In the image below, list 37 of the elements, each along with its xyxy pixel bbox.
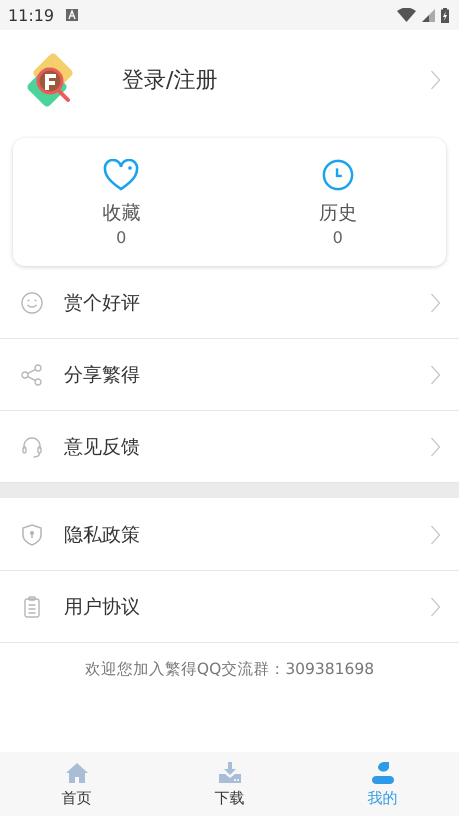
stat-label[interactable]: 收藏 — [102, 200, 140, 226]
nav-tab[interactable]: 下载 — [153, 752, 306, 816]
chevron-icon — [430, 596, 441, 616]
status-time: 11:19 — [8, 6, 54, 24]
wifi-icon — [397, 8, 416, 22]
chevron-icon — [430, 524, 441, 544]
download-icon — [218, 760, 242, 784]
menu-label: 赏个好评 — [64, 290, 141, 316]
person-icon — [370, 760, 394, 784]
heart-icon — [103, 159, 140, 191]
signal-icon — [422, 8, 435, 22]
login-register-link[interactable]: 登录/注册 — [122, 65, 430, 95]
chevron-icon — [430, 70, 441, 90]
menu-item[interactable]: 隐私政策 — [0, 499, 459, 571]
nav-tab[interactable]: 首页 — [0, 752, 153, 816]
qq-group-note: 欢迎您加入繁得QQ交流群：309381698 — [84, 659, 376, 680]
menu-label: 意见反馈 — [64, 434, 141, 460]
menu-item[interactable]: 分享繁得 — [0, 339, 459, 411]
stat-count: 0 — [332, 228, 343, 247]
headset-icon — [20, 434, 44, 458]
menu-label: 隐私政策 — [64, 522, 141, 548]
menu-label: 分享繁得 — [64, 362, 141, 388]
chevron-icon — [430, 364, 441, 384]
menu-item[interactable]: 用户协议 — [0, 571, 459, 643]
menu-label: 用户协议 — [64, 594, 141, 620]
stat-count: 0 — [116, 228, 126, 247]
clock-icon — [320, 159, 356, 191]
menu-item[interactable]: 赏个好评 — [0, 267, 459, 339]
keyboard-notification-icon — [66, 9, 78, 21]
battery-icon — [441, 8, 449, 22]
chevron-icon — [430, 436, 441, 456]
chevron-icon — [430, 292, 441, 312]
home-icon — [64, 760, 88, 784]
share-icon — [20, 362, 44, 386]
smiley-icon — [20, 290, 44, 314]
shield-icon — [20, 522, 44, 546]
stat-label[interactable]: 历史 — [318, 200, 357, 226]
